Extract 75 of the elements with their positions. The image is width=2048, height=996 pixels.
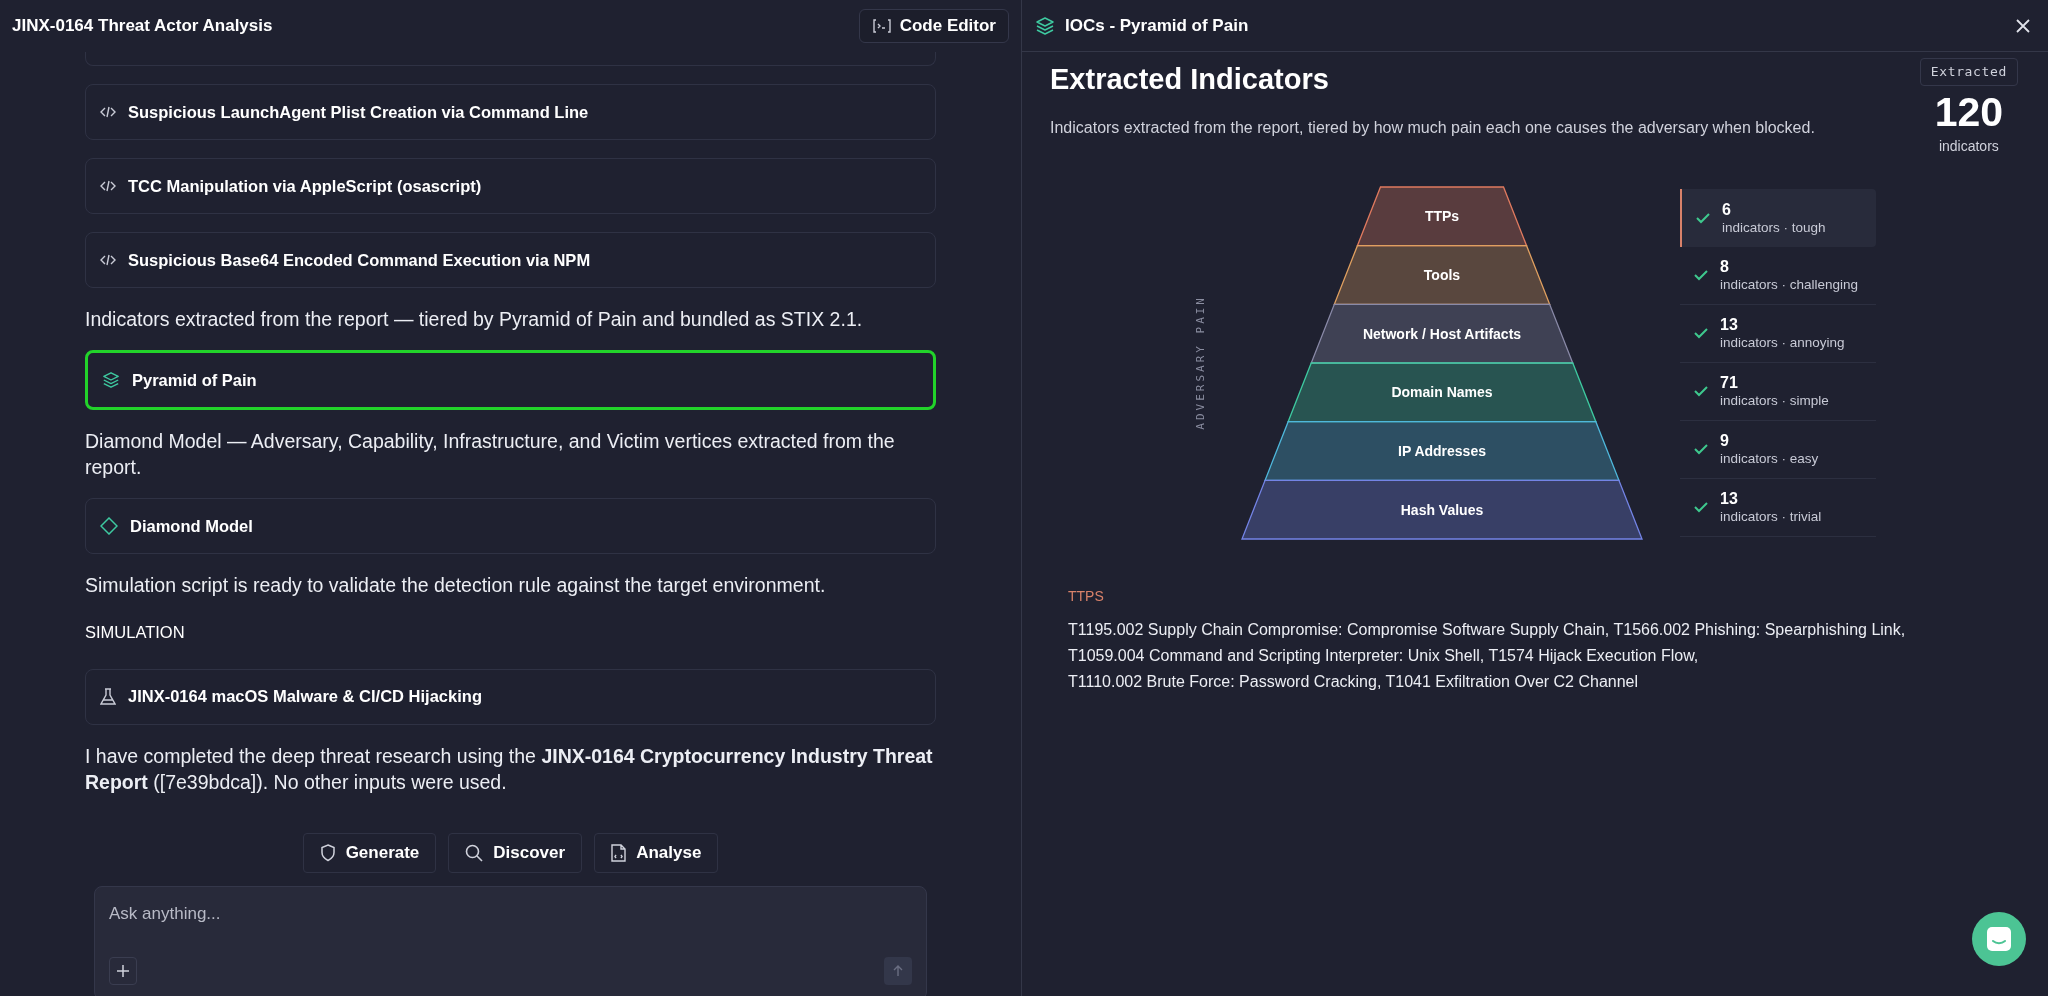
description: Indicators extracted from the report, tiered by how much pain each one causes the adversary when blocked. — [1050, 117, 1815, 138]
code-icon — [100, 105, 116, 119]
card-title: TCC Manipulation via AppleScript (osascript) — [128, 175, 482, 197]
message-text: Diamond Model — Adversary, Capability, Infrastructure, and Victim vertices extracted from the report. — [85, 429, 896, 480]
close-icon — [2015, 17, 2031, 34]
artifact-card[interactable]: Suspicious LaunchAgent Plist Creation via Command Line — [85, 84, 936, 140]
tier-count: 13 — [1720, 315, 1739, 334]
tier-label: TTPs — [1424, 207, 1460, 224]
shield-icon — [319, 843, 336, 862]
panel-title: IOCs - Pyramid of Pain — [1065, 14, 1249, 37]
axis-label: ADVERSARY PAIN — [1194, 295, 1208, 430]
tier-caption: indicators · tough — [1722, 218, 1826, 236]
tier-legend-item[interactable]: 13 indicators · trivial — [1680, 478, 1876, 537]
arrow-up-icon — [892, 964, 904, 977]
card-title: JINX-0164 macOS Malware & CI/CD Hijacking — [128, 686, 482, 708]
tier-label: Network / Host Artifacts — [1362, 325, 1522, 342]
tier-count: 71 — [1720, 373, 1739, 392]
tier-legend-item[interactable]: 71 indicators · simple — [1680, 362, 1876, 421]
code-icon — [100, 179, 116, 193]
artifact-card[interactable]: JINX-0164 macOS Malware & CI/CD Hijacking — [85, 668, 936, 725]
flask-icon — [100, 687, 116, 706]
chat-launcher-button[interactable] — [1972, 912, 2026, 966]
tier-label: Hash Values — [1400, 501, 1484, 518]
card-title: Diamond Model — [130, 515, 253, 537]
tier-legend-item[interactable]: 13 indicators · annoying — [1680, 304, 1876, 363]
tier-caption: indicators · easy — [1720, 450, 1819, 467]
message-text: Simulation script is ready to validate the detection rule against the target environment. — [85, 573, 827, 598]
plus-icon — [116, 963, 130, 978]
ttp-list-line: T1059.004 Command and Scripting Interpreter: Unix Shell, T1574 Hijack Execution Flow, — [1068, 645, 1700, 666]
status-badge: Extracted — [1919, 58, 2018, 86]
action-button[interactable]: Generate — [302, 832, 437, 873]
code-editor-button[interactable]: Code Editor — [858, 9, 1009, 43]
section-heading: Extracted Indicators — [1050, 62, 1330, 97]
action-button[interactable]: Analyse — [594, 832, 719, 873]
tier-caption: indicators · annoying — [1720, 334, 1845, 351]
artifact-card[interactable]: TCC Manipulation via AppleScript (osascript) — [85, 158, 936, 214]
diamond-icon — [100, 517, 118, 535]
tier-count: 13 — [1720, 489, 1739, 508]
tier-count: 8 — [1720, 257, 1730, 276]
tier-label: IP Addresses — [1398, 442, 1486, 459]
code-icon — [100, 253, 116, 267]
ttp-list-line: T1110.002 Brute Force: Password Cracking, T1041 Exfiltration Over C2 Channel — [1068, 671, 1640, 692]
tier-legend-item[interactable]: 8 indicators · challenging — [1680, 246, 1876, 305]
section-label: TTPS — [1068, 586, 1105, 606]
tier-legend-item[interactable]: 9 indicators · easy — [1680, 420, 1876, 479]
card-title: Suspicious Base64 Encoded Command Execution via NPM — [128, 249, 591, 271]
tier-label: Tools — [1423, 266, 1461, 283]
action-button[interactable]: Discover — [448, 832, 583, 873]
tier-count: 9 — [1720, 431, 1730, 450]
chat-input-field[interactable]: Ask anything... — [109, 900, 912, 927]
artifact-card[interactable]: Diamond Model — [85, 498, 936, 554]
artifact-card[interactable]: Suspicious Base64 Encoded Command Execution via NPM — [85, 232, 936, 288]
tier-caption: indicators · simple — [1720, 392, 1829, 409]
ttp-list-line: T1195.002 Supply Chain Compromise: Compromise Software Supply Chain, T1566.002 Phishing: Spearphishing Link, — [1068, 619, 1907, 640]
search-icon — [465, 843, 484, 862]
layers-icon — [102, 371, 120, 389]
count-unit: indicators — [1938, 136, 1999, 156]
tier-caption: indicators · trivial — [1720, 508, 1822, 525]
tier-caption: indicators · challenging — [1720, 276, 1859, 293]
panel-title: JINX-0164 Threat Actor Analysis — [12, 15, 273, 38]
artifact-card[interactable]: Pyramid of Pain — [85, 350, 936, 410]
add-button[interactable] — [109, 956, 137, 985]
tier-count: 6 — [1722, 199, 1732, 219]
terminal-icon — [871, 18, 892, 34]
message-text: I have completed the deep threat research using the JINX-0164 Cryptocurrency Industry Threat Report ([7e39bdca]). No other inputs were used. — [85, 743, 934, 795]
document-icon — [611, 843, 627, 862]
message-text: Indicators extracted from the report — tiered by Pyramid of Pain and bundled as STIX 2.1. — [85, 307, 864, 332]
tier-legend-item[interactable]: 6 indicators · tough — [1680, 188, 1876, 247]
indicator-count: 120 — [1934, 89, 2004, 134]
section-heading: SIMULATION — [85, 622, 186, 643]
card-title: Suspicious LaunchAgent Plist Creation via Command Line — [128, 101, 589, 123]
layers-icon — [1035, 15, 1055, 36]
card-title: Pyramid of Pain — [132, 369, 257, 391]
chat-icon — [1986, 926, 2012, 952]
tier-label: Domain Names — [1391, 383, 1493, 400]
